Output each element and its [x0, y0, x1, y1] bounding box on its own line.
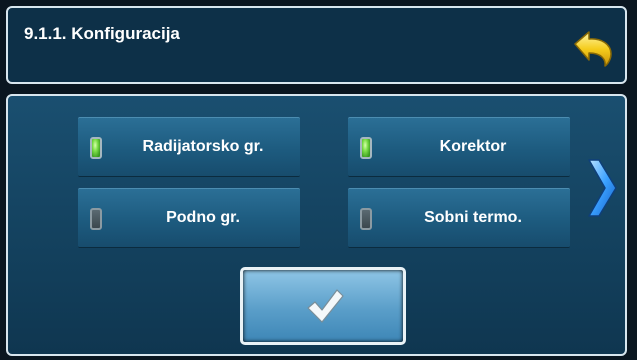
status-led-off-icon — [90, 208, 102, 230]
status-led-off-icon — [360, 208, 372, 230]
status-led-on-icon — [360, 137, 372, 159]
option-podno[interactable]: Podno gr. — [78, 188, 300, 248]
back-button[interactable] — [571, 28, 615, 68]
back-arrow-icon — [574, 31, 612, 67]
chevron-right-icon — [588, 159, 617, 217]
option-korektor[interactable]: Korektor — [348, 117, 570, 177]
status-led-on-icon — [90, 137, 102, 159]
option-label: Sobni termo. — [424, 209, 522, 226]
option-label: Korektor — [439, 138, 507, 155]
next-page-button[interactable] — [585, 156, 619, 220]
option-sobni-termo[interactable]: Sobni termo. — [348, 188, 570, 248]
option-label: Radijatorsko gr. — [142, 138, 264, 155]
header-bar: 9.1.1. Konfiguracija — [6, 6, 627, 84]
checkmark-icon — [307, 289, 344, 323]
confirm-button[interactable] — [240, 267, 406, 345]
option-label: Podno gr. — [166, 209, 240, 226]
option-radijatorsko[interactable]: Radijatorsko gr. — [78, 117, 300, 177]
page-title: 9.1.1. Konfiguracija — [24, 24, 180, 43]
